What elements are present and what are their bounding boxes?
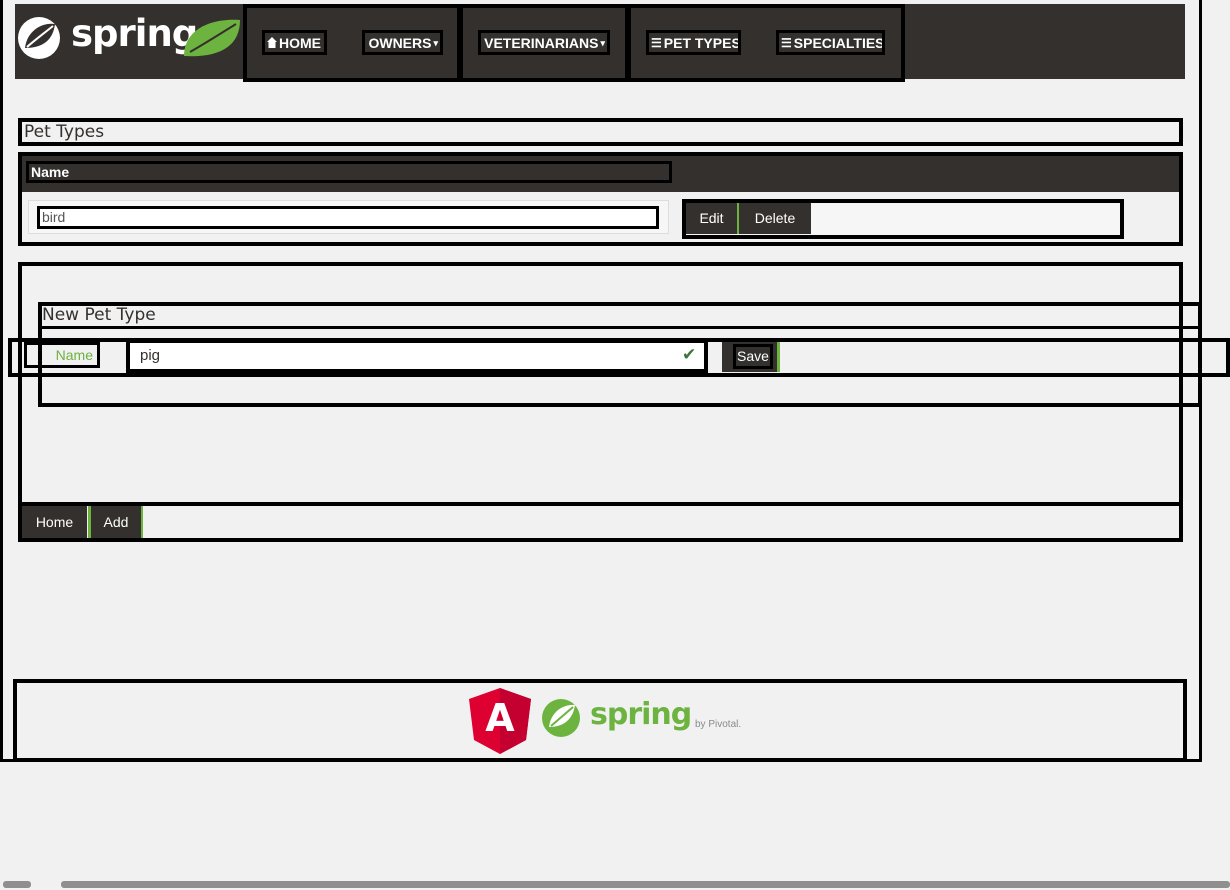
caret-down-icon: ▾ [600, 37, 605, 48]
nav-link-home[interactable]: HOME [262, 30, 327, 55]
name-label: Name [24, 342, 100, 368]
new-pet-type-heading: New Pet Type [42, 305, 156, 325]
save-button-label: Save [733, 344, 773, 369]
delete-button[interactable]: Delete [739, 203, 811, 234]
pet-type-name-input[interactable]: bird [37, 206, 659, 229]
nav-link-veterinarians[interactable]: VETERINARIANS ▾ [478, 30, 610, 55]
form-divider [38, 326, 1202, 332]
add-button[interactable]: Add [88, 506, 143, 538]
home-button[interactable]: Home [22, 506, 87, 538]
edit-button[interactable]: Edit [686, 203, 737, 234]
check-icon: ✔ [682, 345, 697, 364]
spring-logo[interactable]: spring [15, 10, 245, 66]
caret-down-icon: ▾ [433, 37, 438, 48]
nav-link-owners[interactable]: OWNERS ▾ [362, 30, 443, 55]
nav-link-pet-types-label: PET TYPES [663, 34, 741, 51]
angular-logo: A [469, 688, 531, 754]
footer-pivotal-text: by Pivotal. [695, 719, 742, 730]
footer-spring-wordmark: spring [590, 697, 692, 732]
nav-link-specialties[interactable]: ☰ SPECIALTIES [776, 30, 885, 55]
new-pet-type-name-input[interactable]: pig [126, 339, 708, 373]
nav-link-veterinarians-label: VETERINARIANS [484, 34, 599, 51]
home-icon [267, 37, 277, 48]
pet-types-heading: Pet Types [18, 118, 1183, 146]
logo-wordmark: spring [71, 12, 198, 55]
spring-leaf-icon [18, 17, 60, 59]
nav-link-home-label: HOME [279, 34, 321, 51]
nav-link-pet-types[interactable]: ☰ PET TYPES [646, 30, 741, 55]
nav-link-owners-label: OWNERS [368, 34, 432, 51]
spring-leaf-icon [542, 699, 580, 737]
spring-boot-badge-icon [184, 19, 240, 57]
angular-letter: A [485, 696, 515, 740]
column-header-name: Name [26, 161, 672, 183]
nav-link-specialties-label: SPECIALTIES [793, 34, 885, 51]
horizontal-scrollbar-thumb[interactable] [61, 881, 1230, 888]
list-icon: ☰ [651, 35, 662, 50]
bottom-button-bar [18, 502, 1183, 542]
list-icon: ☰ [781, 35, 792, 50]
scrollbar-left-arrow[interactable] [3, 881, 31, 888]
